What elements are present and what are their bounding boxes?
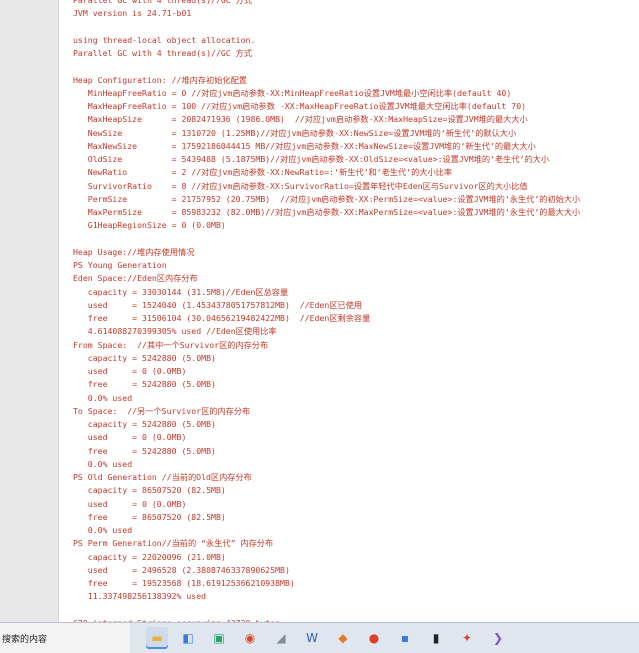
console-line: used = 0 (0.0MB) — [73, 366, 187, 376]
jmap-heap-output: Parallel GC with 4 thread(s)//GC 方式 JVM v… — [73, 0, 639, 622]
taskbar-search-label: 搜索的内容 — [2, 634, 48, 645]
console-line: MaxHeapFreeRatio = 100 //对应jvm启动参数 -XX:M… — [73, 101, 527, 111]
console-output-page: Parallel GC with 4 thread(s)//GC 方式 JVM v… — [59, 0, 639, 622]
console-line: To Space: //另一个Survivor区的内存分布 — [73, 405, 251, 416]
console-line: MinHeapFreeRatio = 0 //对应jvm启动参数-XX:MinH… — [73, 87, 512, 98]
visual-studio-icon[interactable]: ❯ — [487, 627, 509, 649]
console-line: From Space: //其中一个Survivor区的内存分布 — [73, 339, 269, 350]
console-line: Parallel GC with 4 thread(s)//GC 方式 — [73, 48, 253, 58]
left-gutter — [0, 0, 59, 622]
console-line: capacity = 86507520 (82.5MB) — [73, 485, 226, 496]
console-line: capacity = 5242880 (5.0MB) — [73, 419, 216, 429]
console-line: MaxPermSize = 85983232 (82.0MB)//对应jvm启动… — [73, 207, 581, 217]
console-line: used = 1524040 (1.4534378051757812MB) //… — [73, 299, 363, 310]
console-line: using thread-local object allocation. — [73, 34, 256, 45]
console-line: PS Perm Generation//当前的 “永生代” 内存分布 — [73, 538, 274, 549]
console-line: SurvivorRatio = 8 //对应jvm启动参数-XX:Survivo… — [73, 180, 528, 191]
taskbar: 搜索的内容 ▬ ◧ ▣ ◉ ◢ W ◆ ● ▪ ▮ ✦ ❯ — [0, 622, 639, 653]
console-line: Heap Configuration: //堆内存初始化配置 — [73, 74, 247, 85]
console-line: Heap Usage://堆内存使用情况 — [73, 246, 195, 257]
console-line: free = 19523568 (18.619125366210938MB) — [73, 578, 295, 588]
paint-icon[interactable]: ✦ — [456, 627, 478, 649]
console-line: PS Young Generation — [73, 260, 167, 270]
console-line: used = 2496528 (2.3808746337890625MB) — [73, 564, 290, 575]
taskbar-search-box[interactable]: 搜索的内容 — [0, 623, 130, 653]
taskbar-icons: ▬ ◧ ▣ ◉ ◢ W ◆ ● ▪ ▮ ✦ ❯ — [146, 627, 509, 649]
store-icon[interactable]: ◧ — [177, 627, 199, 649]
console-line: capacity = 5242880 (5.0MB) — [73, 352, 216, 363]
console-line: Eden Space://Eden区内存分布 — [73, 273, 198, 284]
console-line: capacity = 22020096 (21.0MB) — [73, 551, 226, 562]
console-line: 11.337498256138392% used — [73, 591, 207, 602]
console-line: 0.0% used — [73, 458, 133, 469]
console-line: free = 86507520 (82.5MB) — [73, 511, 226, 522]
file-explorer-icon[interactable]: ▬ — [146, 627, 168, 649]
console-line: Parallel GC with 4 thread(s)//GC 方式 — [73, 0, 253, 5]
browser-icon[interactable]: ◉ — [239, 627, 261, 649]
console-line: used = 0 (0.0MB) — [73, 498, 187, 509]
window-icon[interactable]: ▪ — [394, 627, 416, 649]
console-line: PermSize = 21757952 (20.75MB) //对应jvm启动参… — [73, 193, 581, 204]
console-line: free = 31506104 (30.04656219482422MB) //… — [73, 313, 371, 323]
console-line: free = 5242880 (5.0MB) — [73, 445, 216, 456]
console-line: G1HeapRegionSize = 0 (0.0MB) — [73, 220, 226, 231]
console-line: used = 0 (0.0MB) — [73, 432, 187, 443]
terminal-icon[interactable]: ▮ — [425, 627, 447, 649]
editor-icon[interactable]: ◆ — [332, 627, 354, 649]
console-line: free = 5242880 (5.0MB) — [73, 379, 216, 390]
console-line: PS Old Generation //当前的Old区内存分布 — [73, 472, 252, 482]
word-icon[interactable]: W — [301, 627, 323, 649]
console-line: MaxHeapSize = 2082471936 (1986.0MB) //对应… — [73, 114, 528, 125]
console-line: NewSize = 1310720 (1.25MB)//对应jvm启动参数-XX… — [73, 127, 517, 138]
console-line: NewRatio = 2 //对应jvm启动参数-XX:NewRatio=:‘新… — [73, 167, 453, 178]
console-line: capacity = 33030144 (31.5MB)//Eden区总容量 — [73, 286, 289, 297]
console-line: 0.0% used — [73, 392, 133, 403]
chrome-icon[interactable]: ● — [363, 627, 385, 649]
console-line: 4.614088270399305% used //Eden区使用比率 — [73, 326, 277, 337]
app-icon[interactable]: ◢ — [270, 627, 292, 649]
console-line: OldSize = 5439488 (5.1875MB)//对应jvm启动参数-… — [73, 154, 550, 164]
console-line: 0.0% used — [73, 525, 133, 535]
console-line: JVM version is 24.71-b01 — [73, 8, 192, 19]
photo-app-icon[interactable]: ▣ — [208, 627, 230, 649]
console-line: MaxNewSize = 17592186044415 MB//对应jvm启动参… — [73, 140, 536, 151]
